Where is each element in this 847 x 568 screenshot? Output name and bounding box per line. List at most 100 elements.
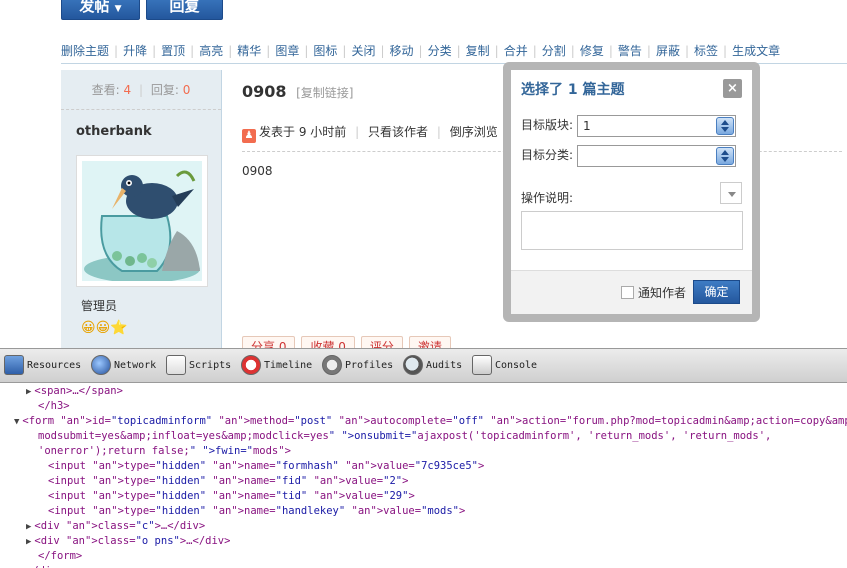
confirm-button[interactable]: 确定 [693,280,740,304]
tab-resources-label: Resources [27,360,82,371]
post-action-button[interactable]: 分享 0 [242,336,296,348]
target-forum-label: 目标版块: [521,118,574,132]
dom-node-line[interactable]: ▼ <form "an">id="topicadminform" "an">met… [14,414,847,430]
post-new-button[interactable]: 发帖 ▼ [61,0,140,20]
mod-action[interactable]: 升降 [123,38,147,64]
mod-action[interactable]: 删除主题 [61,38,109,64]
expanded-triangle-icon[interactable]: ▼ [14,417,19,427]
post-action-button[interactable]: 收藏 0 [301,336,355,348]
mod-divider: | [152,44,157,58]
mod-action[interactable]: 屏蔽 [656,38,680,64]
copy-link[interactable]: [复制链接] [296,86,353,100]
reply-button[interactable]: 回复 [146,0,223,20]
mod-divider: | [532,44,537,58]
collapsed-triangle-icon[interactable]: ▶ [26,537,31,547]
user-group[interactable]: 管理员 [61,287,221,314]
target-category-select[interactable] [577,145,736,167]
dom-node-line[interactable]: ▶ <div "an">class="o pns">…</div> [26,534,230,550]
tab-scripts-label: Scripts [189,360,232,371]
mod-action[interactable]: 警告 [618,38,642,64]
author-only-link[interactable]: 只看该作者 [368,125,428,139]
dom-node-line[interactable]: <input "an">type="hidden" "an">name="fid… [48,474,408,489]
mod-action[interactable]: 高亮 [199,38,223,64]
post-new-label: 发帖 [79,0,110,15]
replies-label: 回复: [150,83,179,97]
reason-label: 操作说明: [521,191,574,205]
mod-divider: | [342,44,347,58]
mod-action[interactable]: 合并 [504,38,528,64]
author-sidebar: 查看: 4 | 回复: 0 otherbank 管理员 😀😀⭐ [61,70,222,348]
post-action-button[interactable]: 评分 [360,336,403,348]
console-icon [471,355,492,375]
views-label: 查看: [91,83,120,97]
meta-divider: | [436,125,441,139]
author-name[interactable]: otherbank [61,110,221,139]
mod-divider: | [723,44,728,58]
mod-divider: | [456,44,461,58]
dom-node-text: <input "an">type="hidden" "an">name="tid… [48,490,415,502]
avatar-bird-image [82,161,202,281]
mod-action[interactable]: 生成文章 [732,38,780,64]
dom-node-line[interactable]: ▶ <span>…</span> [26,384,123,400]
target-forum-value: 1 [583,119,591,133]
tab-network[interactable]: Network [91,349,156,383]
spinner-icon[interactable] [716,147,734,165]
mod-action[interactable]: 复制 [466,38,490,64]
notify-author-label[interactable]: 通知作者 [638,284,686,301]
mod-action[interactable]: 分割 [542,38,566,64]
dom-node-line[interactable]: </form> [38,549,82,564]
close-icon[interactable]: × [723,79,742,98]
dom-node-line[interactable]: </div> [26,564,64,568]
dom-node-line[interactable]: ▶ <div "an">class="c">…</div> [26,519,205,535]
dom-node-line[interactable]: modsubmit=yes&amp;infloat=yes&amp;modcli… [38,429,771,444]
dom-node-line[interactable]: <input "an">type="hidden" "an">name="tid… [48,489,415,504]
dom-node-line[interactable]: <input "an">type="hidden" "an">name="for… [48,459,484,474]
dom-node-text: <input "an">type="hidden" "an">name="han… [48,505,466,517]
replies-count: 0 [182,83,191,97]
collapsed-triangle-icon[interactable]: ▶ [26,387,31,397]
mod-action[interactable]: 置顶 [161,38,185,64]
reason-dropdown[interactable] [720,182,742,204]
dom-node-line[interactable]: </h3> [38,399,70,414]
thread-stats: 查看: 4 | 回复: 0 [61,70,221,110]
mod-action[interactable]: 图标 [313,38,337,64]
mod-action[interactable]: 分类 [428,38,452,64]
post-body: 0908 [242,164,273,178]
target-forum-select[interactable]: 1 [577,115,736,137]
dom-node-text: </form> [38,550,83,562]
scripts-icon [166,355,186,375]
collapsed-triangle-icon[interactable]: ▶ [26,522,31,532]
dom-node-line[interactable]: <input "an">type="hidden" "an">name="han… [48,504,465,519]
mod-action[interactable]: 图章 [275,38,299,64]
dom-node-text: <form "an">id="topicadminform" "an">meth… [22,415,847,427]
dom-node-line[interactable]: 'onerror');return false;" ">fwin="mods"> [38,444,291,459]
network-icon [91,355,112,375]
notify-author-checkbox[interactable] [621,286,634,299]
online-user-icon: ♟ [242,129,256,143]
forum-page: 发帖 ▼ 回复 删除主题 | 升降 | 置顶 | 高亮 | 精华 | 图章 | 图标 | 关闭 | 移动 | 分类 |… [0,0,847,348]
mod-action[interactable]: 标签 [694,38,718,64]
thread-title-text: 0908 [242,82,287,101]
mod-action[interactable]: 关闭 [351,38,375,64]
tab-profiles[interactable]: Profiles [321,349,393,383]
reason-textarea[interactable] [521,211,743,250]
mod-action[interactable]: 修复 [580,38,604,64]
spinner-icon[interactable] [716,117,734,135]
resources-icon [4,355,24,375]
post-action-button[interactable]: 邀请 [408,336,451,348]
tab-timeline[interactable]: Timeline [240,349,312,383]
tab-resources[interactable]: Resources [4,349,81,383]
reverse-order-link[interactable]: 倒序浏览 [450,125,498,139]
devtools-toolbar: Resources Network Scripts Timeline Profi… [0,348,847,383]
mod-action[interactable]: 精华 [237,38,261,64]
views-count: 4 [123,83,132,97]
mod-action[interactable]: 移动 [390,38,414,64]
dialog-footer: 通知作者 确定 [511,270,752,314]
chevron-down-icon: ▼ [114,4,122,14]
rank-stars: 😀😀⭐ [81,320,128,336]
tab-audits[interactable]: Audits [402,349,462,383]
tab-scripts[interactable]: Scripts [166,349,231,383]
avatar[interactable] [76,155,208,287]
mod-divider: | [570,44,575,58]
tab-console[interactable]: Console [471,349,537,383]
